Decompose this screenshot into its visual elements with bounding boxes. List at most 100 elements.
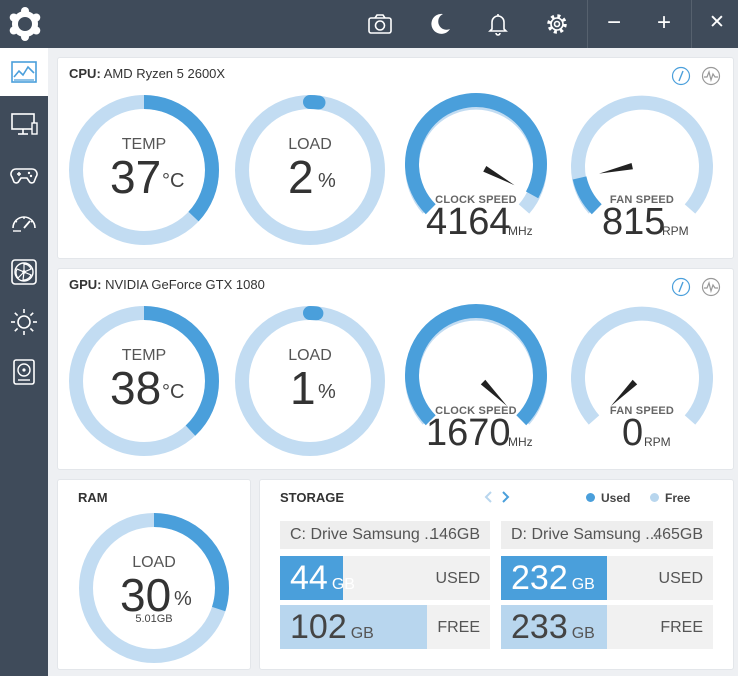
cpu-load-unit: % — [318, 170, 336, 192]
drive-c-used-value: 44 GB — [290, 558, 355, 605]
drive-d-used-unit: GB — [571, 576, 595, 593]
ram-load-unit: % — [174, 588, 192, 610]
camera-icon[interactable] — [366, 10, 394, 38]
drive-d-free-value: 233 GB — [511, 607, 595, 654]
gpu-title: GPU: NVIDIA GeForce GTX 1080 — [69, 277, 265, 292]
title-bar: − + ✕ — [0, 0, 738, 48]
cpu-label: CPU: — [69, 66, 101, 81]
monitor-icon — [11, 113, 38, 135]
drive-c-used-number: 44 — [290, 559, 328, 597]
cpu-temp-unit: °C — [162, 170, 185, 192]
cpu-fan-value: 815 — [602, 201, 666, 243]
drive-c-free-bar: 102 GB FREE — [280, 605, 490, 649]
maximize-button[interactable]: + — [639, 0, 689, 48]
drive-c-header: C: Drive Samsung ... 146GB — [280, 521, 490, 549]
drive-d-free-unit: GB — [571, 625, 595, 642]
drive-c-free-tag: FREE — [437, 619, 480, 636]
cpu-name: AMD Ryzen 5 2600X — [103, 66, 226, 81]
drive-d-used-number: 232 — [511, 559, 568, 597]
legend-free-label: Free — [665, 491, 691, 505]
legend-free-dot — [650, 493, 659, 502]
cpu-clock-unit: MHz — [508, 224, 533, 238]
cpu-clock-value: 4164 — [426, 201, 511, 243]
gpu-name: NVIDIA GeForce GTX 1080 — [105, 277, 265, 292]
sidebar-item-lighting[interactable] — [0, 298, 48, 346]
sidebar-item-games[interactable] — [0, 150, 48, 198]
storage-title: STORAGE — [280, 490, 345, 505]
fan-icon — [11, 259, 37, 285]
cpu-load-value: 2 — [288, 151, 314, 203]
gpu-temp-value: 38 — [110, 362, 162, 414]
info-gauge-icon[interactable] — [671, 66, 691, 86]
gpu-label: GPU: — [69, 277, 102, 292]
gpu-temp-gauge: TEMP 38 °C — [64, 301, 224, 461]
gpu-temp-unit: °C — [162, 381, 185, 403]
cpu-fan-unit: RPM — [662, 224, 689, 238]
drive-d-free-number: 233 — [511, 608, 568, 646]
drive-d-used-bar: 232 GB USED — [501, 556, 713, 600]
legend-used: Used — [586, 491, 630, 505]
drive-c-size: 146GB — [430, 526, 480, 543]
drive-c-free-value: 102 GB — [290, 607, 374, 654]
drive-c-used-bar: 44 GB USED — [280, 556, 490, 600]
gpu-fan-gauge: FAN SPEED 0 RPM — [562, 301, 722, 461]
drive-d-used-value: 232 GB — [511, 558, 595, 605]
drive-d-header: D: Drive Samsung ... 465GB — [501, 521, 713, 549]
sidebar — [0, 48, 48, 676]
cpu-load-gauge: LOAD 2 % — [230, 90, 390, 250]
sidebar-item-performance[interactable] — [0, 198, 48, 246]
ram-title: RAM — [78, 490, 108, 505]
brightness-icon — [11, 309, 37, 335]
titlebar-separator — [587, 0, 588, 48]
drive-c-name: C: Drive Samsung ... — [290, 526, 438, 543]
cpu-temp-value: 37 — [110, 151, 162, 203]
app-logo-icon — [9, 7, 41, 41]
moon-icon[interactable] — [426, 10, 454, 38]
sidebar-item-monitor[interactable] — [0, 100, 48, 148]
drive-d-free-tag: FREE — [660, 619, 703, 636]
drive-c-used-unit: GB — [331, 576, 355, 593]
cpu-fan-gauge: FAN SPEED 815 RPM — [562, 90, 722, 250]
drive-c-used-tag: USED — [435, 570, 480, 587]
drive-d-used-tag: USED — [658, 570, 703, 587]
sidebar-item-dashboard[interactable] — [0, 48, 48, 96]
chevron-right-icon[interactable] — [500, 490, 512, 504]
minimize-button[interactable]: − — [589, 0, 639, 48]
drive-d-name: D: Drive Samsung ... — [511, 526, 659, 543]
ram-load-value: 30 — [120, 569, 172, 621]
sidebar-item-cooling[interactable] — [0, 248, 48, 296]
gpu-clock-gauge: CLOCK SPEED 1670 MHz — [396, 301, 556, 461]
gpu-load-unit: % — [318, 381, 336, 403]
drive-d-free-bar: 233 GB FREE — [501, 605, 713, 649]
sidebar-item-storage[interactable] — [0, 348, 48, 396]
cpu-title: CPU: AMD Ryzen 5 2600X — [69, 66, 225, 81]
ram-load-gauge: LOAD 30 % 5.01GB — [74, 508, 234, 668]
gpu-clock-value: 1670 — [426, 412, 511, 454]
drive-d-size: 465GB — [653, 526, 703, 543]
gear-icon[interactable] — [543, 10, 571, 38]
legend-used-label: Used — [601, 491, 631, 505]
gpu-load-gauge: LOAD 1 % — [230, 301, 390, 461]
cpu-clock-gauge: CLOCK SPEED 4164 MHz — [396, 90, 556, 250]
storage-drive-icon — [13, 359, 35, 385]
chevron-left-icon[interactable] — [482, 490, 494, 504]
gpu-clock-unit: MHz — [508, 435, 533, 449]
gpu-fan-value: 0 — [622, 412, 644, 454]
info-gauge-icon[interactable] — [671, 277, 691, 297]
speedometer-icon — [12, 216, 36, 232]
gamepad-icon — [10, 168, 38, 184]
cpu-temp-gauge: TEMP 37 °C — [64, 90, 224, 250]
dashboard-icon — [11, 61, 37, 83]
gpu-load-value: 1 — [290, 362, 316, 414]
close-button[interactable]: ✕ — [692, 0, 738, 48]
ram-used-amount: 5.01GB — [135, 613, 173, 625]
pulse-chart-icon[interactable] — [701, 277, 721, 297]
drive-c-free-unit: GB — [350, 625, 374, 642]
pulse-chart-icon[interactable] — [701, 66, 721, 86]
gpu-fan-unit: RPM — [644, 435, 671, 449]
storage-panel: STORAGE Used Free C: Drive Samsung ... 1… — [259, 479, 734, 670]
legend-free: Free — [650, 491, 690, 505]
legend-used-dot — [586, 493, 595, 502]
drive-c-free-number: 102 — [290, 608, 347, 646]
bell-icon[interactable] — [484, 10, 512, 38]
